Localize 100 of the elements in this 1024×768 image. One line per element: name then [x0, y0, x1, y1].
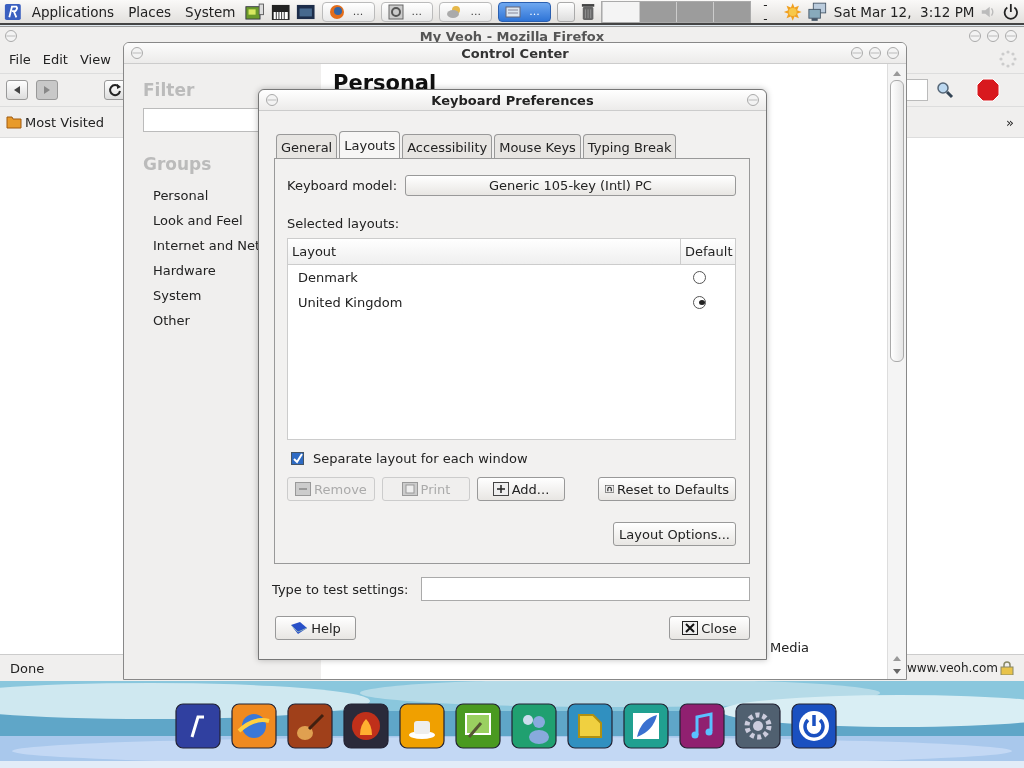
workspace-cell[interactable] [639, 1, 677, 22]
workspace-cell[interactable] [602, 1, 640, 22]
group-item[interactable]: Other [143, 309, 190, 334]
menu-item[interactable]: Applications [27, 3, 119, 20]
overflow-button[interactable]: » [1006, 114, 1018, 130]
settings-item[interactable]: Media [770, 640, 810, 655]
bookmark-item[interactable]: Most Visited [6, 114, 105, 130]
reload-button[interactable] [104, 80, 126, 100]
column-header[interactable]: Default [680, 239, 735, 264]
search-icon [936, 81, 954, 99]
window-menu-button[interactable] [130, 46, 146, 60]
table-cell-text: United Kingdom [297, 295, 403, 310]
column-header[interactable]: Layout [288, 239, 680, 264]
menu-item[interactable]: Edit [39, 51, 71, 67]
show-desktop-button[interactable] [557, 1, 576, 22]
menu-item[interactable]: System [181, 3, 240, 20]
forward-button[interactable] [36, 80, 58, 100]
throbber-icon [998, 49, 1018, 69]
left-arrow-icon [13, 86, 21, 94]
reload-icon [605, 482, 615, 496]
group-item[interactable]: System [143, 284, 202, 309]
power-icon[interactable] [791, 703, 837, 749]
close-button[interactable]: Close [669, 616, 750, 640]
down-arrow-icon [893, 667, 901, 675]
taskbar-button[interactable]: ... [439, 1, 493, 22]
checkbox[interactable] [291, 452, 304, 465]
workspace-switcher[interactable] [601, 0, 752, 23]
status-text: Done [10, 660, 45, 676]
radio-button[interactable] [693, 271, 706, 284]
feather-icon[interactable] [623, 703, 669, 749]
gear-icon [387, 3, 404, 20]
field-label: Selected layouts: [287, 216, 400, 231]
x-icon [682, 621, 699, 635]
tab[interactable]: Layouts [339, 131, 401, 158]
clock[interactable]: Sat Mar 12, 3:12 PM [833, 3, 975, 20]
field-label: Type to test settings: [272, 581, 409, 597]
tab[interactable]: General [276, 134, 338, 158]
globe-icon[interactable] [231, 703, 277, 749]
url-text: www.veoh.com [906, 661, 998, 675]
scrollbar[interactable] [887, 64, 906, 679]
menu-item[interactable]: File [6, 51, 34, 67]
menu-item[interactable]: View [76, 51, 114, 67]
maximize-button[interactable] [986, 29, 1000, 43]
tab[interactable]: Typing Break [582, 134, 677, 158]
globe-icon [328, 3, 345, 20]
taskbar-button[interactable]: ... [498, 1, 552, 22]
checkbox-label: Separate layout for each window [313, 451, 528, 466]
minus-icon [295, 482, 312, 496]
right-arrow-icon [43, 86, 51, 94]
printer-icon [401, 482, 418, 496]
group-item[interactable]: Hardware [143, 259, 216, 284]
stop-sign-icon[interactable] [976, 78, 1000, 102]
workspace-cell[interactable] [713, 1, 751, 22]
up-arrow-icon [893, 655, 901, 663]
window-title: Keyboard Preferences [431, 92, 594, 108]
picture-frame-icon[interactable] [455, 703, 501, 749]
menu-item[interactable]: Places [124, 3, 176, 20]
music-note-icon[interactable] [679, 703, 725, 749]
check-icon [292, 453, 303, 464]
workspace-cell[interactable] [676, 1, 714, 22]
table-cell-text: Denmark [297, 270, 358, 285]
tab[interactable]: Mouse Keys [494, 134, 581, 158]
cloud-icon [446, 3, 463, 20]
keyboard-model-button[interactable]: Generic 105-key (Intl) PC [405, 175, 736, 196]
taskbar-button[interactable]: ... [321, 1, 375, 22]
tab[interactable]: Accessibility [402, 134, 493, 158]
maximize-button[interactable] [868, 46, 882, 60]
plus-icon [492, 482, 509, 496]
reload-icon [108, 83, 122, 97]
people-icon[interactable] [511, 703, 557, 749]
minimize-button[interactable] [850, 46, 864, 60]
back-button[interactable] [6, 80, 28, 100]
circuit-board-icon [245, 1, 265, 22]
button[interactable]: Reset to Defaults [598, 477, 736, 501]
taskbar-button[interactable]: ... [380, 1, 434, 22]
close-button[interactable] [1004, 29, 1018, 43]
window-menu-button[interactable] [265, 93, 281, 107]
input-field[interactable] [420, 577, 750, 601]
folder-icon[interactable] [567, 703, 613, 749]
up-arrow-icon [893, 70, 901, 78]
flame-icon[interactable] [343, 703, 389, 749]
help-button[interactable]: Help [275, 616, 356, 640]
window-menu-button[interactable] [4, 29, 20, 43]
lock-icon [1000, 661, 1014, 675]
minimize-button[interactable] [968, 29, 982, 43]
group-item[interactable]: Look and Feel [143, 209, 243, 234]
window-title: Control Center [461, 45, 569, 61]
power-icon [1002, 1, 1021, 22]
folder-icon [6, 115, 22, 129]
close-button[interactable] [886, 46, 900, 60]
r-logo-icon [4, 1, 22, 22]
gear-icon[interactable] [735, 703, 781, 749]
guitar-icon[interactable] [287, 703, 333, 749]
launcher-icon[interactable] [175, 703, 221, 749]
group-item[interactable]: Personal [143, 184, 209, 209]
layout-options-button[interactable]: Layout Options... [613, 522, 736, 546]
close-button[interactable] [746, 93, 760, 107]
book-icon [290, 621, 309, 635]
radio-button[interactable] [693, 296, 706, 309]
button[interactable]: Add... [477, 477, 565, 501]
